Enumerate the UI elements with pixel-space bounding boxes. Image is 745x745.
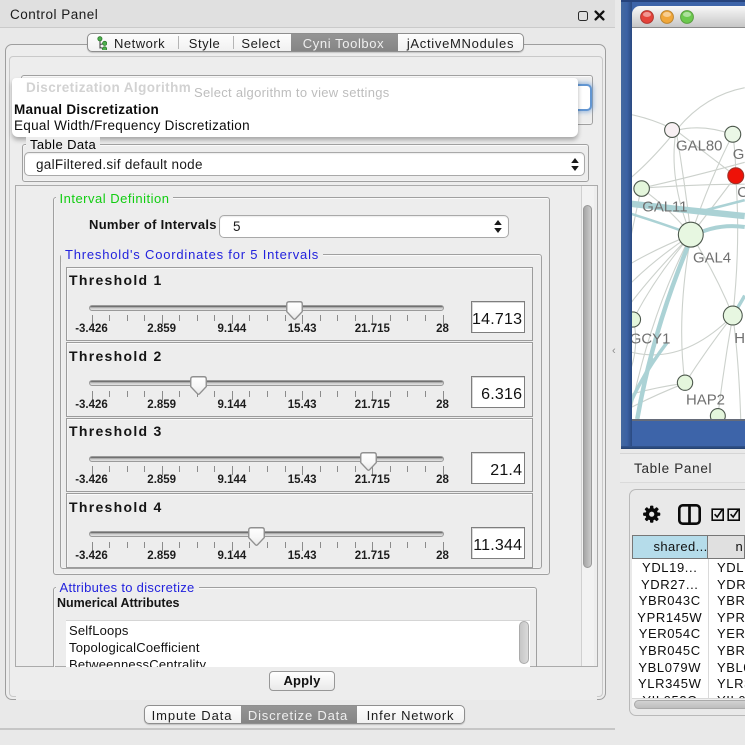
svg-text:GAL4: GAL4	[693, 249, 731, 266]
svg-text:G...: G...	[733, 146, 745, 163]
svg-text:H: H	[734, 330, 745, 347]
svg-text:GCY1: GCY1	[632, 330, 670, 347]
svg-text:GAL80: GAL80	[676, 137, 722, 154]
svg-text:GAL11: GAL11	[642, 199, 687, 216]
svg-text:C...: C...	[737, 184, 745, 201]
svg-text:HAP2: HAP2	[686, 392, 725, 409]
